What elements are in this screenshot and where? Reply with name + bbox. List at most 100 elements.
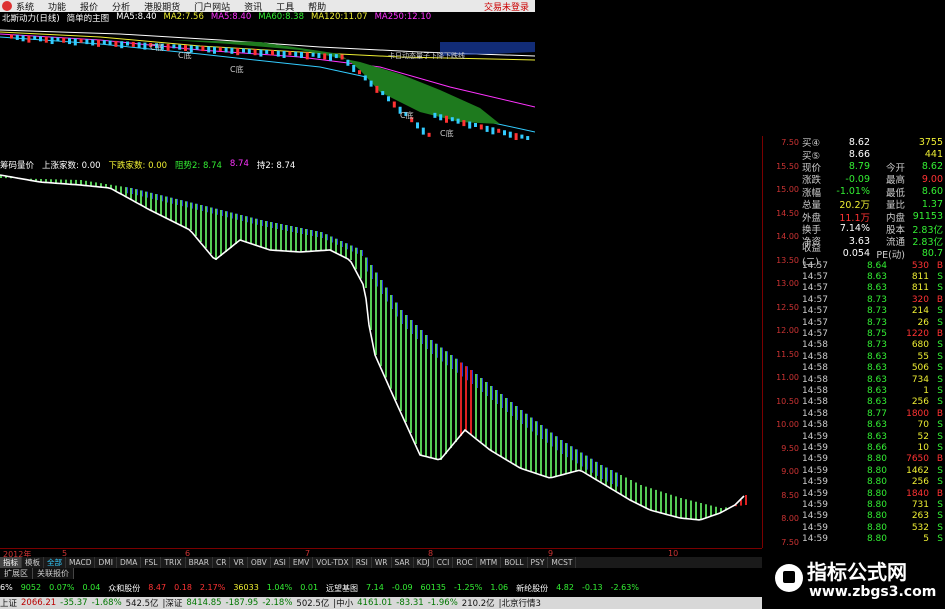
tab-模板[interactable]: 模板 — [22, 557, 44, 568]
tick-row: 14:58 8.63 506 S — [802, 363, 943, 374]
tick-row: 14:57 8.63 811 S — [802, 283, 943, 294]
tab-roc[interactable]: ROC — [453, 557, 477, 568]
tab-cci[interactable]: CCI — [434, 557, 454, 568]
axis-tick: 13.50 — [776, 255, 799, 265]
indicator-bar — [380, 280, 382, 367]
indicator-bar — [475, 374, 477, 438]
indicator-bar — [300, 228, 302, 252]
candle — [218, 47, 222, 52]
ticker-item: 36033 — [233, 583, 259, 592]
menu-item-function[interactable]: 功能 — [48, 0, 66, 13]
menu-item-quote[interactable]: 报价 — [80, 0, 98, 13]
quote-row: 现价 8.79 今开 8.62 — [802, 161, 943, 174]
indicator-bar — [265, 221, 267, 249]
tab-rsi[interactable]: RSI — [353, 557, 372, 568]
candle — [305, 52, 309, 60]
ticker-item: 0.18 — [174, 583, 192, 592]
indicator-bar — [280, 224, 282, 251]
ticker-item: -0.13 — [581, 583, 603, 592]
tab-dma[interactable]: DMA — [117, 557, 142, 568]
menu-item-portal[interactable]: 门户网站 — [194, 0, 230, 13]
indicator-bar — [745, 495, 747, 505]
login-status[interactable]: 交易未登录 — [484, 0, 529, 13]
main-chart-panel[interactable]: C底 C底 C底 C底 C底 卡日动态量子下降下跌线 — [0, 12, 535, 140]
status-item: 502.5亿 — [296, 599, 330, 609]
indicator-bar — [230, 212, 232, 248]
indicator-bar — [135, 189, 137, 202]
status-item: -2.18% — [262, 598, 293, 608]
candle — [97, 39, 100, 47]
indicator-bar — [615, 472, 617, 491]
status-bar: 上证 2066.21 -35.37 -1.68% 542.5亿 |深证 8414.85 -18… — [0, 597, 762, 609]
tab-cr[interactable]: CR — [213, 557, 231, 568]
marker-c-bottom: C底 — [150, 42, 164, 52]
indicator-bar — [540, 425, 542, 475]
tab-mcst[interactable]: MCST — [548, 557, 577, 568]
menu-item-hk-futures[interactable]: 港股期货 — [144, 0, 180, 13]
tab-wr[interactable]: WR — [372, 557, 392, 568]
tab-dmi[interactable]: DMI — [95, 557, 117, 568]
tab-extension[interactable]: 扩展区 — [0, 568, 33, 579]
tick-row: 14:58 8.77 1800 B — [802, 408, 943, 419]
candle — [15, 34, 19, 40]
indicator-bar — [660, 491, 662, 513]
app-logo-icon — [2, 1, 12, 11]
tab-vr[interactable]: VR — [230, 557, 248, 568]
tab-kdj[interactable]: KDJ — [414, 557, 434, 568]
candle — [259, 49, 263, 57]
indicator-bar — [255, 218, 257, 245]
tab-trix[interactable]: TRIX — [161, 557, 186, 568]
tab-related-quote[interactable]: 关联报价 — [33, 568, 74, 579]
tab-全部[interactable]: 全部 — [44, 557, 66, 568]
candle — [479, 124, 483, 130]
ticker-item: 60135 — [420, 583, 446, 592]
candle — [381, 91, 385, 96]
tab-emv[interactable]: EMV — [290, 557, 314, 568]
candle — [427, 132, 431, 137]
tab-boll[interactable]: BOLL — [501, 557, 528, 568]
svg-text:C底: C底 — [400, 110, 414, 120]
tab-fsl[interactable]: FSL — [141, 557, 162, 568]
indicator-chart[interactable] — [0, 170, 762, 548]
tab-vol-tdx[interactable]: VOL-TDX — [313, 557, 353, 568]
tab-brar[interactable]: BRAR — [186, 557, 214, 568]
candle — [503, 130, 506, 136]
indicator-bar — [645, 486, 647, 508]
ticker-item: -2.63% — [610, 583, 639, 592]
tab-psy[interactable]: PSY — [528, 557, 549, 568]
axis-tick: 12.00 — [776, 326, 799, 335]
indicator-bar — [345, 243, 347, 258]
ticker-item: 2.17% — [199, 583, 226, 592]
indicator-bar — [580, 452, 582, 470]
tab-asi[interactable]: ASI — [271, 557, 290, 568]
candle — [271, 50, 274, 56]
menu-item-analysis[interactable]: 分析 — [112, 0, 130, 13]
candle — [91, 39, 95, 46]
tick-row: 14:59 8.80 1840 B — [802, 488, 943, 499]
tick-row: 14:57 8.75 1220 B — [802, 329, 943, 340]
indicator-bar — [365, 257, 367, 288]
indicator-bar — [455, 358, 457, 442]
tab-指标[interactable]: 指标 — [0, 557, 22, 568]
menu-item-help[interactable]: 帮助 — [308, 0, 326, 13]
tab-mtm[interactable]: MTM — [477, 557, 502, 568]
ticker-item: 远望基图 — [326, 584, 359, 593]
candle — [369, 80, 373, 87]
ticker-item: 1.06 — [490, 583, 509, 592]
indicator-bar — [325, 234, 327, 251]
candle — [450, 117, 454, 122]
axis-tick: 15.50 — [776, 161, 799, 171]
tab-obv[interactable]: OBV — [248, 557, 271, 568]
tab-macd[interactable]: MACD — [66, 557, 96, 568]
quote-row: 总量 20.2万 量比 1.37 — [802, 198, 943, 212]
status-item: 542.5亿 — [125, 599, 159, 609]
indicator-bar — [655, 489, 657, 512]
tab-sar[interactable]: SAR — [392, 557, 414, 568]
indicator-bar — [525, 413, 527, 470]
candle — [294, 51, 298, 57]
candle — [363, 75, 367, 81]
menu-item-tools[interactable]: 工具 — [276, 0, 294, 13]
menu-item-system[interactable]: 系统 — [16, 0, 34, 13]
menu-item-news[interactable]: 资讯 — [244, 0, 262, 13]
status-item: 4161.01 — [357, 598, 393, 608]
